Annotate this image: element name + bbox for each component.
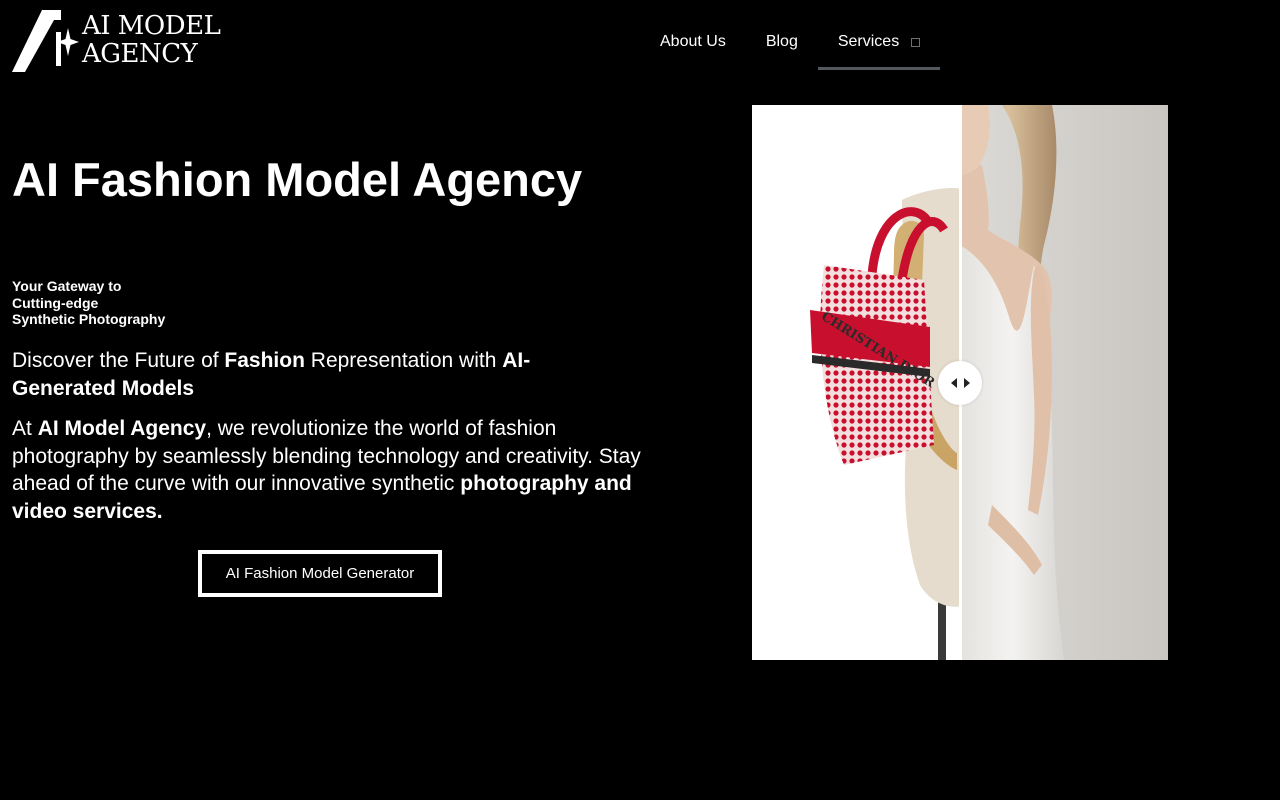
left-right-arrows-icon[interactable] — [938, 361, 982, 405]
nav-about-us[interactable]: About Us — [640, 20, 746, 67]
description-text: At — [12, 417, 38, 440]
description-emphasis: AI Model Agency — [37, 417, 207, 440]
dropdown-icon[interactable] — [911, 37, 921, 47]
nav-about-us-label: About Us — [660, 33, 726, 50]
logo-wordmark: AI MODEL AGENCY — [82, 11, 221, 69]
logo-mark-icon — [12, 10, 79, 72]
nav-blog[interactable]: Blog — [746, 20, 818, 67]
arrow-right-icon — [963, 378, 970, 388]
nav-services-label: Services — [837, 33, 900, 50]
after-image — [960, 105, 1168, 660]
ai-fashion-model-generator-button[interactable]: AI Fashion Model Generator — [198, 550, 442, 597]
brand-logo[interactable]: AI MODEL AGENCY — [12, 10, 221, 74]
before-image: CHRISTIAN DIOR — [752, 105, 960, 660]
hero-tagline: Your Gateway to Cutting-edge Synthetic P… — [12, 278, 212, 328]
lede-text: Discover the Future of — [12, 349, 225, 372]
nav-blog-label: Blog — [765, 33, 798, 50]
lede-emphasis: Fashion — [224, 349, 305, 372]
lede-text: Representation with — [304, 349, 503, 372]
page-title: AI Fashion Model Agency — [12, 153, 583, 206]
tagline-line: Cutting-edge — [12, 294, 99, 311]
hero-description: At AI Model Agency, we revolutionize the… — [12, 415, 642, 525]
hero-lede: Discover the Future of Fashion Represent… — [12, 347, 632, 402]
main-nav: About Us Blog Services — [640, 20, 941, 70]
before-after-slider[interactable]: CHRISTIAN DIOR — [752, 105, 1168, 660]
arrow-left-icon — [950, 378, 957, 388]
tagline-line: Synthetic Photography — [12, 311, 166, 327]
tagline-line: Your Gateway to — [12, 278, 122, 294]
nav-services[interactable]: Services — [817, 20, 941, 70]
